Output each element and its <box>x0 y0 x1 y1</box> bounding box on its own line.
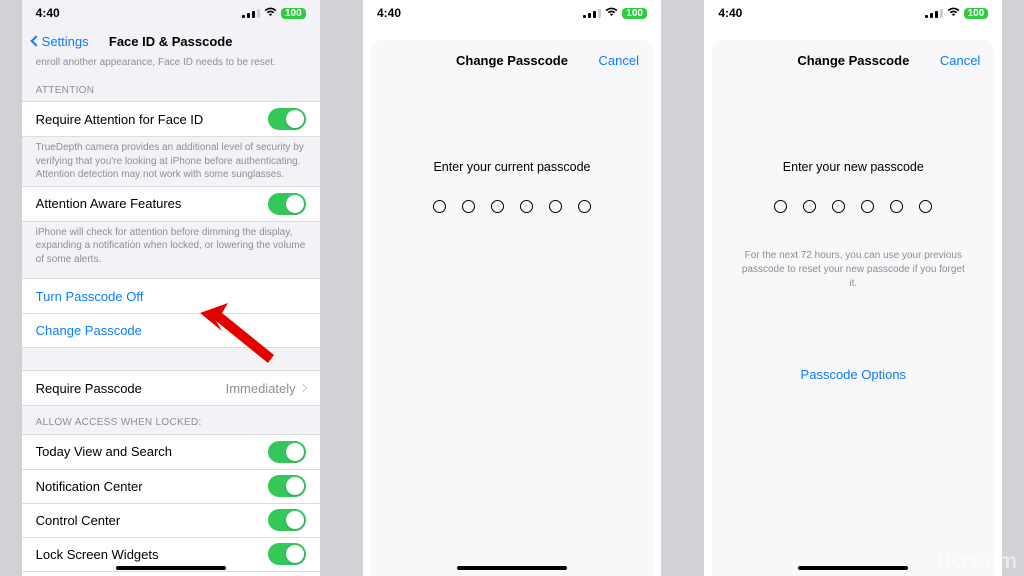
back-button[interactable]: Settings <box>32 34 89 49</box>
passcode-dots[interactable] <box>371 200 653 213</box>
row-label: Today View and Search <box>36 444 172 459</box>
row-notification-center[interactable]: Notification Center <box>22 469 320 503</box>
home-indicator[interactable] <box>116 566 226 570</box>
battery-badge: 100 <box>281 8 306 19</box>
nav-bar: Settings Face ID & Passcode <box>22 26 320 56</box>
status-time: 4:40 <box>36 6 60 20</box>
status-bar: 4:40 100 <box>704 0 1002 26</box>
home-indicator[interactable] <box>798 566 908 570</box>
status-time: 4:40 <box>377 6 401 20</box>
passcode-prompt: Enter your new passcode <box>712 160 994 174</box>
sheet-title: Change Passcode <box>456 53 568 68</box>
cellular-icon <box>925 9 943 18</box>
truncated-desc: enroll another appearance, Face ID needs… <box>22 56 320 74</box>
battery-badge: 100 <box>622 8 647 19</box>
wifi-icon <box>605 7 618 20</box>
row-label: Control Center <box>36 513 121 528</box>
row-attention-aware[interactable]: Attention Aware Features <box>22 187 320 221</box>
change-passcode-sheet: Change Passcode Cancel Enter your new pa… <box>712 40 994 576</box>
section-header-attention: ATTENTION <box>22 74 320 102</box>
sheet-nav: Change Passcode Cancel <box>371 40 653 80</box>
wifi-icon <box>947 7 960 20</box>
aware-desc: iPhone will check for attention before d… <box>22 222 320 271</box>
screenshot-faceid-passcode: 4:40 100 Settings Face ID & Passcode enr… <box>22 0 320 576</box>
settings-list[interactable]: enroll another appearance, Face ID needs… <box>22 56 320 576</box>
cellular-icon <box>583 9 601 18</box>
row-label: Require Attention for Face ID <box>36 112 204 127</box>
sheet-title: Change Passcode <box>797 53 909 68</box>
sheet-nav: Change Passcode Cancel <box>712 40 994 80</box>
screenshot-enter-current-passcode: 4:40 100 Change Passcode Cancel Enter yo… <box>363 0 661 576</box>
home-indicator[interactable] <box>457 566 567 570</box>
chevron-left-icon <box>30 35 41 46</box>
toggle-on-icon[interactable] <box>268 193 306 215</box>
row-today-view[interactable]: Today View and Search <box>22 435 320 469</box>
row-require-attention[interactable]: Require Attention for Face ID <box>22 102 320 136</box>
row-label: Turn Passcode Off <box>36 289 144 304</box>
back-label: Settings <box>42 34 89 49</box>
toggle-on-icon[interactable] <box>268 509 306 531</box>
row-label: Notification Center <box>36 479 143 494</box>
row-control-center[interactable]: Control Center <box>22 503 320 537</box>
change-passcode-sheet: Change Passcode Cancel Enter your curren… <box>371 40 653 576</box>
toggle-on-icon[interactable] <box>268 441 306 463</box>
attention-desc: TrueDepth camera provides an additional … <box>22 137 320 186</box>
toggle-on-icon[interactable] <box>268 543 306 565</box>
watermark: iKream <box>937 548 1018 574</box>
row-change-passcode[interactable]: Change Passcode <box>22 313 320 347</box>
cancel-button[interactable]: Cancel <box>940 53 980 68</box>
row-label: Change Passcode <box>36 323 142 338</box>
section-header-allow: ALLOW ACCESS WHEN LOCKED: <box>22 406 320 434</box>
passcode-dots[interactable] <box>712 200 994 213</box>
battery-badge: 100 <box>964 8 989 19</box>
passcode-prompt: Enter your current passcode <box>371 160 653 174</box>
cellular-icon <box>242 9 260 18</box>
row-label: Require Passcode <box>36 381 142 396</box>
chevron-right-icon <box>298 384 306 392</box>
wifi-icon <box>264 7 277 20</box>
row-turn-passcode-off[interactable]: Turn Passcode Off <box>22 279 320 313</box>
status-time: 4:40 <box>718 6 742 20</box>
passcode-hint: For the next 72 hours, you can use your … <box>740 249 966 291</box>
status-bar: 4:40 100 <box>363 0 661 26</box>
cancel-button[interactable]: Cancel <box>599 53 639 68</box>
row-label: Lock Screen Widgets <box>36 547 159 562</box>
row-live-activities[interactable]: Live Activities <box>22 571 320 576</box>
screenshot-enter-new-passcode: 4:40 100 Change Passcode Cancel Enter yo… <box>704 0 1002 576</box>
status-bar: 4:40 100 <box>22 0 320 26</box>
toggle-on-icon[interactable] <box>268 108 306 130</box>
passcode-options-button[interactable]: Passcode Options <box>712 367 994 382</box>
row-label: Attention Aware Features <box>36 196 182 211</box>
toggle-on-icon[interactable] <box>268 475 306 497</box>
row-value: Immediately <box>226 381 296 396</box>
row-require-passcode[interactable]: Require Passcode Immediately <box>22 371 320 405</box>
page-title: Face ID & Passcode <box>109 34 233 49</box>
